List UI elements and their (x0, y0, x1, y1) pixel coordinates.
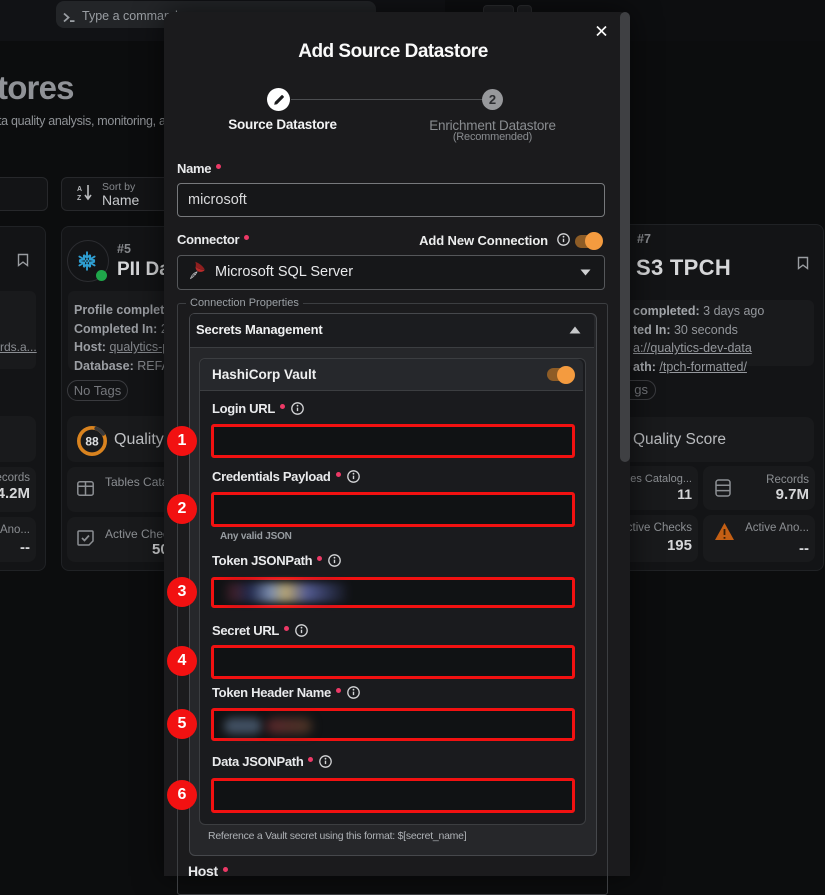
svg-text:A: A (77, 186, 82, 193)
svg-text:88: 88 (85, 435, 99, 449)
svg-text:Z: Z (77, 195, 82, 202)
